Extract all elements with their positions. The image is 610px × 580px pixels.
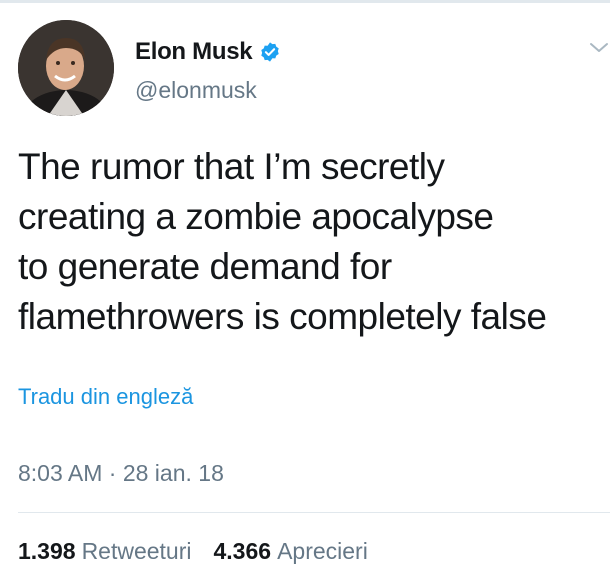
tweet-header: Elon Musk @elonmusk — [18, 20, 610, 120]
likes-stat[interactable]: 4.366 Aprecieri — [214, 538, 368, 565]
tweet-stats: 1.398 Retweeturi 4.366 Aprecieri — [18, 538, 368, 565]
stats-divider — [18, 512, 610, 513]
tweet-timestamp[interactable]: 8:03 AM · 28 ian. 18 — [18, 460, 224, 487]
likes-label: Aprecieri — [277, 538, 368, 564]
retweets-stat[interactable]: 1.398 Retweeturi — [18, 538, 192, 565]
translate-link[interactable]: Tradu din engleză — [18, 384, 193, 410]
tweet-text: The rumor that I’m secretly creating a z… — [18, 142, 608, 342]
top-divider — [0, 0, 610, 3]
author-handle[interactable]: @elonmusk — [135, 77, 257, 104]
chevron-down-icon[interactable] — [588, 40, 610, 56]
tweet-text-line: The rumor that I’m secretly — [18, 146, 445, 187]
avatar-photo-icon — [18, 20, 114, 116]
likes-count: 4.366 — [213, 538, 272, 564]
tweet-text-line: to generate demand for — [18, 246, 392, 287]
retweets-label: Retweeturi — [81, 538, 192, 564]
tweet-text-line: flamethrowers is completely false — [18, 296, 547, 337]
avatar[interactable] — [18, 20, 114, 116]
retweets-count: 1.398 — [18, 538, 76, 564]
tweet-text-line: creating a zombie apocalypse — [18, 196, 494, 237]
author-display-name[interactable]: Elon Musk — [135, 38, 253, 66]
verified-badge-icon — [259, 41, 281, 63]
name-row: Elon Musk — [135, 38, 281, 66]
